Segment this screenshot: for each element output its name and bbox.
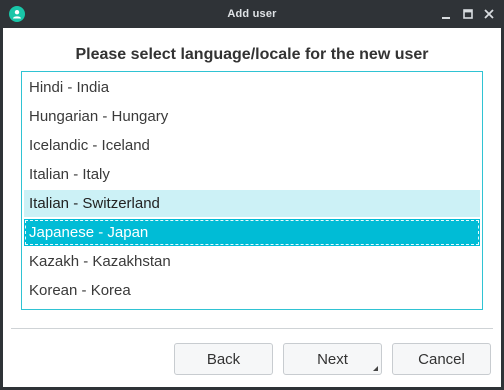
list-item[interactable]: Italian - Italy bbox=[24, 161, 480, 188]
cancel-button[interactable]: Cancel bbox=[392, 343, 491, 375]
list-item[interactable]: Kazakh - Kazakhstan bbox=[24, 248, 480, 275]
back-button-label: Back bbox=[206, 350, 241, 368]
divider bbox=[11, 328, 493, 329]
back-button[interactable]: Back bbox=[174, 343, 273, 375]
window-title: Add user bbox=[227, 8, 277, 20]
title-bar[interactable]: Add user bbox=[0, 0, 504, 28]
close-icon[interactable] bbox=[482, 7, 496, 21]
list-item[interactable]: Icelandic - Iceland bbox=[24, 132, 480, 159]
maximize-icon[interactable] bbox=[461, 7, 475, 21]
next-button[interactable]: Next bbox=[283, 343, 382, 375]
add-user-dialog: Add user Please select language/locale f… bbox=[0, 0, 504, 390]
list-item[interactable]: Hindi - India bbox=[24, 74, 480, 101]
list-item-hovered[interactable]: Italian - Switzerland bbox=[24, 190, 480, 217]
list-item-selected[interactable]: Japanese - Japan bbox=[24, 219, 480, 246]
next-button-label: Next bbox=[317, 350, 348, 368]
list-item[interactable]: Korean - Korea bbox=[24, 277, 480, 304]
list-item[interactable]: Hungarian - Hungary bbox=[24, 103, 480, 130]
minimize-icon[interactable] bbox=[439, 7, 453, 21]
page-title: Please select language/locale for the ne… bbox=[75, 46, 429, 63]
locale-list[interactable]: Hindi - India Hungarian - Hungary Icelan… bbox=[21, 71, 483, 310]
dialog-body: Please select language/locale for the ne… bbox=[3, 28, 501, 387]
cancel-button-label: Cancel bbox=[418, 350, 465, 368]
menu-indicator-icon bbox=[373, 366, 378, 371]
